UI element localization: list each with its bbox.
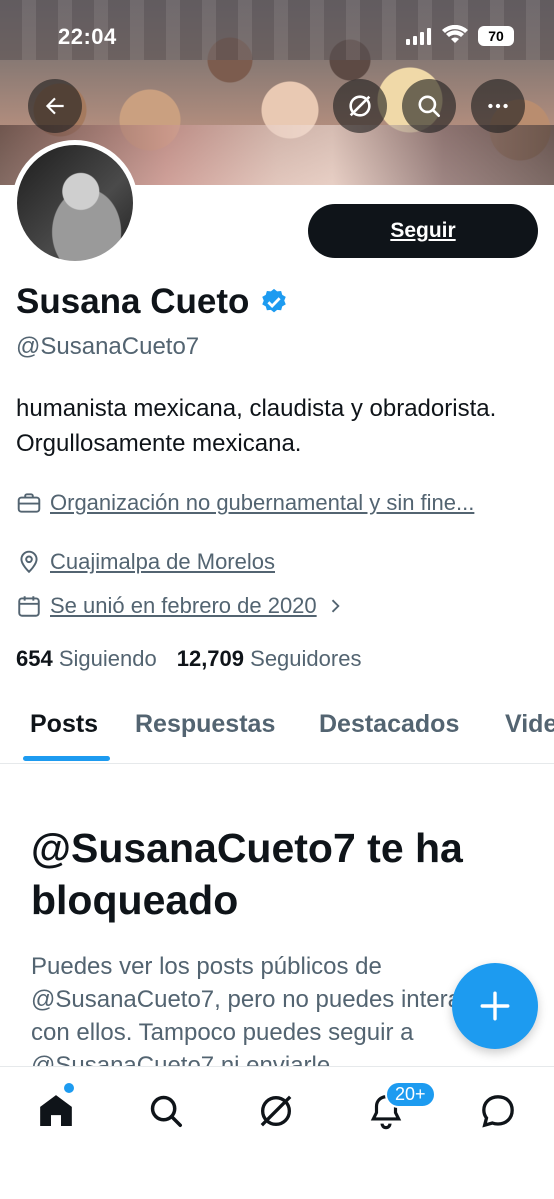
status-bar: 22:04 70 (0, 22, 554, 52)
tab-videos[interactable]: Videos (505, 710, 554, 739)
compose-post-button[interactable] (452, 963, 538, 1049)
chevron-right-icon (331, 599, 340, 613)
following-stat[interactable]: 654 Siguiendo (16, 646, 157, 672)
battery-indicator: 70 (478, 26, 514, 46)
verified-badge-icon[interactable] (259, 287, 289, 317)
nav-search[interactable] (142, 1087, 190, 1135)
profile-location[interactable]: Cuajimalpa de Morelos (16, 549, 275, 575)
category-link[interactable]: Organización no gubernamental y sin fine… (50, 490, 474, 516)
search-button[interactable] (402, 79, 456, 133)
profile-name: Susana Cueto (16, 282, 250, 321)
profile-category[interactable]: Organización no gubernamental y sin fine… (16, 490, 474, 516)
search-icon (418, 95, 441, 118)
nav-grok[interactable] (252, 1087, 300, 1135)
tab-posts[interactable]: Posts (30, 710, 98, 739)
following-count: 654 (16, 646, 53, 671)
home-notification-dot (64, 1083, 74, 1093)
back-arrow-icon (45, 97, 64, 115)
briefcase-icon (17, 493, 41, 513)
location-link[interactable]: Cuajimalpa de Morelos (50, 549, 275, 575)
grok-icon (260, 1095, 292, 1127)
joined-date[interactable]: Se unió en febrero de 2020 (50, 593, 317, 619)
location-pin-icon (20, 550, 38, 574)
nav-messages[interactable] (474, 1087, 522, 1135)
profile-bio: humanista mexicana, claudista y obradori… (16, 395, 497, 457)
nav-home[interactable] (32, 1087, 80, 1135)
blocked-title: @SusanaCueto7 te ha bloqueado (31, 825, 463, 923)
active-tab-indicator (23, 756, 110, 761)
grok-button[interactable] (333, 79, 387, 133)
tab-respuestas[interactable]: Respuestas (135, 710, 275, 739)
following-label: Siguiendo (58, 646, 157, 671)
followers-stat[interactable]: 12,709 Seguidores (177, 646, 362, 672)
bottom-navigation: 20+ (0, 1066, 554, 1199)
follow-button[interactable]: Seguir (308, 204, 538, 258)
profile-avatar[interactable] (12, 140, 138, 266)
home-icon (40, 1095, 72, 1126)
more-button[interactable] (471, 79, 525, 133)
profile-tabs: Posts Respuestas Destacados Videos (0, 700, 554, 764)
search-icon (150, 1095, 182, 1127)
followers-label: Seguidores (250, 646, 362, 671)
profile-joined[interactable]: Se unió en febrero de 2020 (16, 593, 345, 619)
followers-count: 12,709 (176, 646, 245, 671)
status-time: 22:04 (58, 24, 117, 49)
notifications-badge: 20+ (385, 1081, 436, 1108)
cellular-signal-icon (406, 27, 431, 45)
tab-destacados[interactable]: Destacados (319, 710, 459, 739)
plus-icon (480, 991, 510, 1021)
profile-handle: @SusanaCueto7 (16, 333, 200, 360)
profile-name-row: Susana Cueto (16, 282, 289, 322)
follow-stats: 654 Siguiendo 12,709 Seguidores (16, 646, 361, 672)
messages-icon (482, 1095, 514, 1128)
more-icon (488, 103, 508, 109)
back-button[interactable] (28, 79, 82, 133)
wifi-icon (442, 25, 468, 43)
calendar-icon (18, 596, 40, 617)
grok-icon (349, 95, 371, 117)
